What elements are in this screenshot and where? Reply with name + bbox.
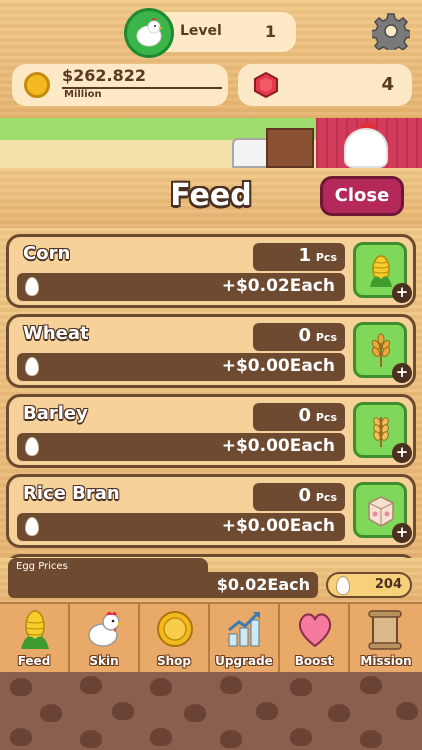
close-button[interactable]: Close [320,176,404,216]
feed-item-price-bar: +$0.00Each [17,513,345,541]
nav-label: Upgrade [215,654,273,668]
plus-icon: + [392,363,412,383]
egg-price-label: Egg Prices [16,561,68,572]
nav-shop[interactable]: Shop [140,604,210,674]
egg-price-bar: Egg Prices $0.02Each 204 [0,558,422,602]
heart-icon [298,613,332,648]
plus-icon: + [392,443,412,463]
gem-count: 4 [381,74,394,95]
coin-icon [157,611,193,647]
feed-item-quantity: 0 Pcs [253,483,345,511]
nav-label: Boost [294,654,334,668]
feed-item-price: +$0.00Each [221,516,335,536]
corn-icon [370,255,392,287]
status-bar: Level 1 $262.822 Million 4 [0,0,422,118]
quantity-value: 0 [298,325,311,346]
feed-item-quantity: 0 Pcs [253,323,345,351]
money-amount: $262.822 [62,66,147,85]
plus-icon: + [392,283,412,303]
rice-bran-bag-icon [368,496,394,527]
truck-cargo [266,128,314,168]
nav-feed[interactable]: Feed [0,604,70,674]
quantity-value: 1 [298,245,311,266]
money-unit: Million [64,89,102,100]
ground-decoration [0,672,422,750]
barley-icon [373,417,389,447]
chicken-icon [344,128,388,168]
quantity-value: 0 [298,405,311,426]
nav-upgrade[interactable]: Upgrade [210,604,280,674]
feed-item-name: Barley [23,403,88,424]
feed-item-name: Corn [23,243,71,264]
egg-icon [25,277,39,296]
buy-rice-bran-button[interactable]: + [353,482,412,543]
egg-price-box: $0.02Each [8,572,318,598]
chicken-icon [88,611,123,647]
egg-count-value: 204 [374,577,402,592]
nav-mission[interactable]: Mission [350,604,422,674]
nav-skin[interactable]: Skin [70,604,140,674]
buy-barley-button[interactable]: + [353,402,412,463]
buy-wheat-button[interactable]: + [353,322,412,383]
chicken-badge-icon[interactable] [124,8,174,58]
egg-count-badge: 204 [326,572,412,598]
quantity-value: 0 [298,485,311,506]
gem-icon [254,71,278,99]
feed-item-price-bar: +$0.00Each [17,353,345,381]
corn-icon [21,610,49,649]
nav-boost[interactable]: Boost [280,604,350,674]
feed-item-name: Rice Bran [23,483,120,504]
gem-panel: 4 [238,64,412,106]
bottom-nav: Feed Skin Shop Upgrade Boost Mission [0,602,422,674]
quantity-unit: Pcs [315,331,337,344]
gear-icon[interactable] [372,12,410,50]
scroll-icon [368,610,402,650]
feed-header: Feed Close [0,168,422,228]
farm-scene [0,118,422,168]
egg-icon [25,517,39,536]
feed-item-wheat: Wheat 0 Pcs +$0.00Each + [6,314,416,388]
feed-item-corn: Corn 1 Pcs +$0.02Each + [6,234,416,308]
feed-item-price: +$0.00Each [221,436,335,456]
truck-cab [232,138,270,168]
feed-item-barley: Barley 0 Pcs +$0.00Each + [6,394,416,468]
egg-price-value: $0.02Each [216,575,310,594]
buy-corn-button[interactable]: + [353,242,412,303]
quantity-unit: Pcs [315,491,337,504]
feed-item-rice-bran: Rice Bran 0 Pcs +$0.00Each + [6,474,416,548]
feed-item-price-bar: +$0.02Each [17,273,345,301]
feed-item-quantity: 1 Pcs [253,243,345,271]
level-label: Level [180,23,222,39]
coin-icon [24,72,50,98]
feed-item-quantity: 0 Pcs [253,403,345,431]
feed-item-name: Wheat [23,323,89,344]
quantity-unit: Pcs [315,411,337,424]
wheat-icon [371,333,391,367]
level-value: 1 [264,22,276,41]
feed-item-price: +$0.00Each [221,356,335,376]
nav-label: Mission [360,654,412,668]
egg-icon [25,437,39,456]
egg-icon [25,357,39,376]
nav-label: Feed [17,654,51,668]
feed-item-price-bar: +$0.00Each [17,433,345,461]
feed-list[interactable]: Corn 1 Pcs +$0.02Each + Wheat 0 Pcs +$0.… [0,228,422,568]
nav-label: Shop [156,654,192,668]
feed-item-price: +$0.02Each [221,276,335,296]
nav-label: Skin [89,654,119,668]
money-panel: $262.822 Million [12,64,228,106]
quantity-unit: Pcs [315,251,337,264]
upgrade-chart-icon [228,612,260,647]
plus-icon: + [392,523,412,543]
egg-icon [336,576,350,595]
